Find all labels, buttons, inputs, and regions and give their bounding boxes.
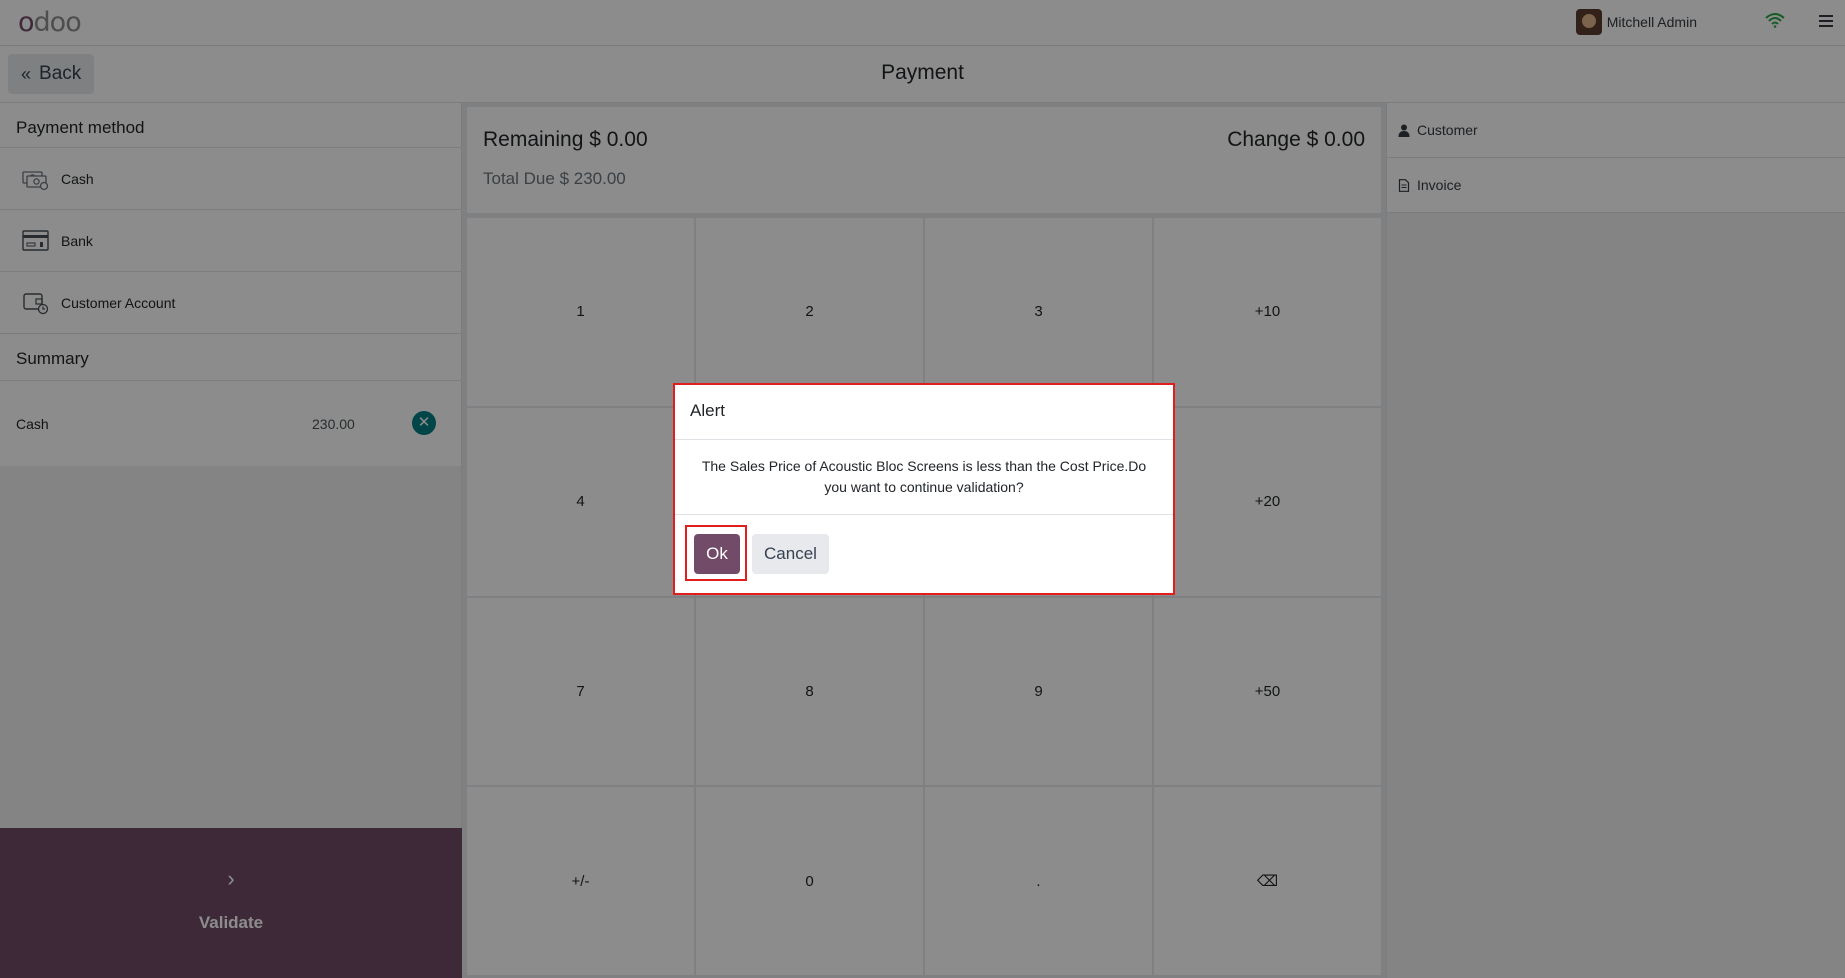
alert-message: The Sales Price of Acoustic Bloc Screens… [675,440,1173,515]
alert-title: Alert [675,385,1173,440]
alert-footer: Ok Cancel [675,515,1173,593]
cancel-button[interactable]: Cancel [752,534,829,574]
alert-dialog: Alert The Sales Price of Acoustic Bloc S… [673,383,1175,595]
ok-button[interactable]: Ok [694,534,740,574]
